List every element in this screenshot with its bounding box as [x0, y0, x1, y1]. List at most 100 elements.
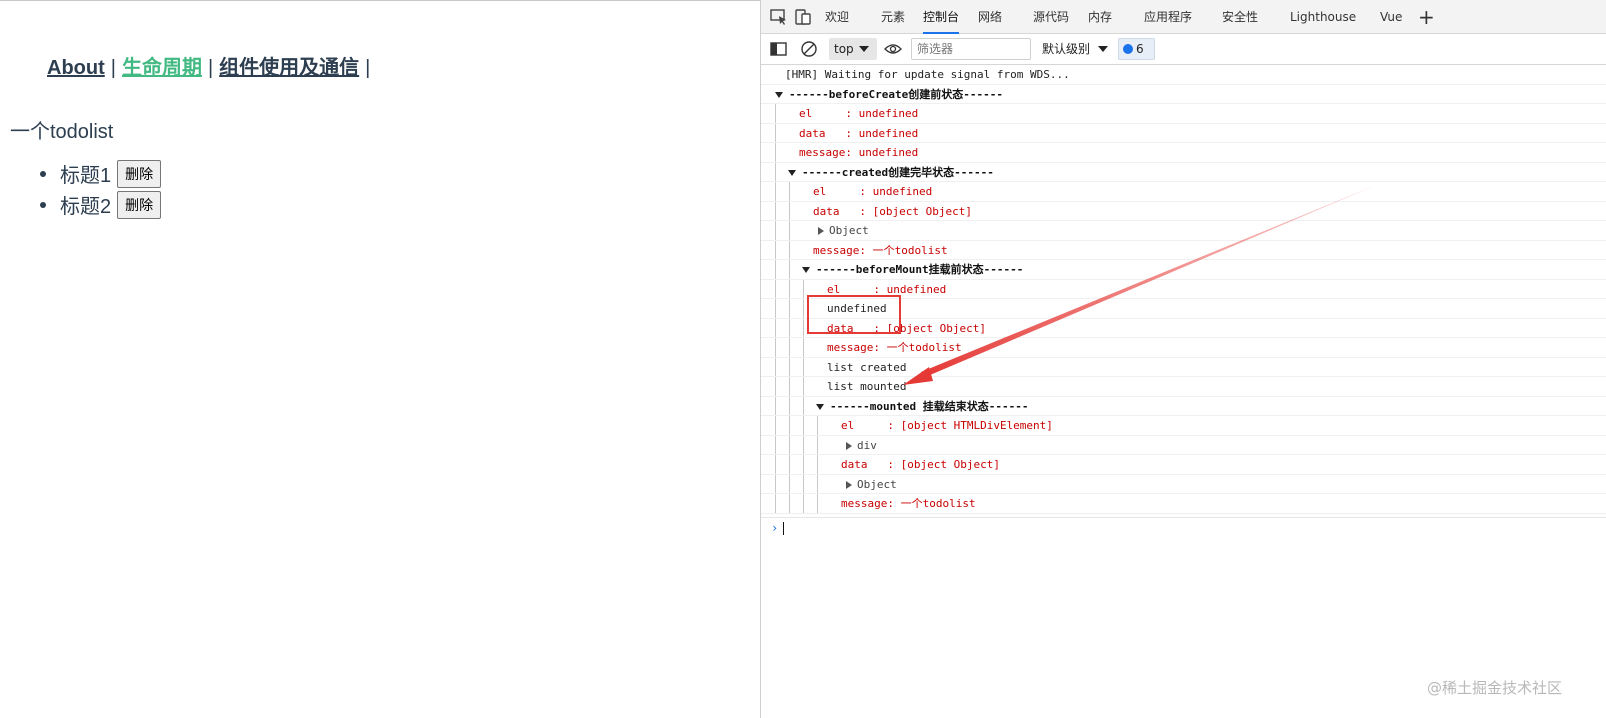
group-guide [775, 201, 776, 220]
group-guide [817, 435, 818, 454]
group-guide [775, 474, 776, 493]
group-guide [803, 416, 804, 435]
console-message-text: message: undefined [799, 146, 919, 159]
tab-network[interactable]: 网络 [978, 0, 1002, 34]
element-preview-label: div [857, 438, 877, 452]
nav-link-components[interactable]: 组件使用及通信 [219, 57, 359, 79]
add-tab-icon[interactable]: + [1418, 0, 1435, 34]
console-group-label: ------created创建完毕状态------ [802, 165, 994, 179]
tab-welcome[interactable]: 欢迎 [825, 0, 849, 34]
group-guide [775, 143, 776, 162]
expand-arrow-icon[interactable] [802, 267, 810, 273]
console-prompt[interactable]: › [761, 517, 1606, 537]
nav-link-lifecycle[interactable]: 生命周期 [122, 57, 202, 79]
inspect-element-icon[interactable] [769, 8, 789, 26]
group-guide [789, 260, 790, 279]
group-guide [775, 221, 776, 240]
expand-arrow-icon[interactable] [816, 403, 824, 410]
element-preview[interactable]: div [761, 435, 1606, 455]
group-guide [775, 123, 776, 142]
expand-arrow-icon[interactable] [775, 91, 783, 98]
tab-lighthouse[interactable]: Lighthouse [1290, 0, 1356, 34]
console-toolbar: top 默认级别 6 [761, 34, 1606, 65]
group-guide [775, 279, 776, 298]
console-message-text: list mounted [827, 380, 907, 393]
console-output: [HMR] Waiting for update signal from WDS… [761, 65, 1606, 514]
group-guide [817, 494, 818, 513]
group-guide [775, 494, 776, 513]
eye-icon[interactable] [883, 38, 903, 60]
tab-console[interactable]: 控制台 [923, 0, 960, 34]
console-message-text: el : undefined [813, 185, 933, 198]
console-message: message: 一个todolist [761, 494, 1606, 514]
group-guide [803, 299, 804, 318]
group-guide [789, 435, 790, 454]
filter-input[interactable] [911, 38, 1031, 60]
tab-application[interactable]: 应用程序 [1144, 0, 1192, 34]
console-group-header[interactable]: ------created创建完毕状态------ [761, 162, 1606, 182]
console-message: message: 一个todolist [761, 240, 1606, 260]
expand-arrow-icon[interactable] [788, 169, 796, 176]
devtools-panel: 欢迎 元素 控制台 网络 源代码 内存 应用程序 安全性 Lighthouse … [760, 0, 1606, 718]
console-message: data : [object Object] [761, 455, 1606, 475]
context-select[interactable]: top [829, 38, 877, 60]
group-guide [789, 279, 790, 298]
expand-arrow-icon[interactable] [818, 227, 824, 235]
console-message: list mounted [761, 377, 1606, 397]
tab-elements[interactable]: 元素 [881, 0, 905, 34]
tab-memory[interactable]: 内存 [1088, 0, 1112, 34]
group-guide [817, 416, 818, 435]
console-group-header[interactable]: ------beforeCreate创建前状态------ [761, 85, 1606, 104]
group-guide [789, 377, 790, 396]
tab-vue[interactable]: Vue [1380, 0, 1402, 34]
log-levels-select[interactable]: 默认级别 [1042, 38, 1110, 60]
object-preview-label: Object [857, 477, 897, 491]
group-guide [803, 396, 804, 415]
console-message-text: data : undefined [799, 126, 919, 140]
console-group-header[interactable]: ------mounted 挂载结束状态------ [761, 396, 1606, 416]
group-guide [775, 377, 776, 396]
object-preview[interactable]: Object [761, 474, 1606, 494]
group-guide [789, 338, 790, 357]
nav-separator: | [207, 57, 214, 79]
group-guide [775, 104, 776, 123]
group-guide [803, 474, 804, 493]
console-message: el : undefined [761, 182, 1606, 202]
console-message: el : [object HTMLDivElement] [761, 416, 1606, 436]
group-guide [775, 338, 776, 357]
delete-button[interactable]: 删除 [117, 159, 162, 188]
group-guide [803, 455, 804, 474]
group-guide [789, 455, 790, 474]
console-group-header[interactable]: ------beforeMount挂载前状态------ [761, 260, 1606, 280]
tab-sources[interactable]: 源代码 [1033, 0, 1069, 34]
log-levels-label: 默认级别 [1042, 42, 1091, 56]
group-guide [775, 260, 776, 279]
console-message-text: data : [object Object] [813, 204, 972, 218]
delete-button[interactable]: 删除 [117, 190, 162, 219]
console-group-label: ------mounted 挂载结束状态------ [830, 399, 1029, 413]
expand-arrow-icon[interactable] [846, 441, 852, 450]
console-message: data : undefined [761, 123, 1606, 143]
clear-console-icon[interactable] [799, 38, 819, 60]
annotation-highlight-box [807, 295, 901, 334]
issues-count: 6 [1136, 42, 1144, 56]
router-nav: About | 生命周期 | 组件使用及通信 | [47, 51, 376, 80]
todo-item-label: 标题2 [60, 196, 112, 218]
prompt-chevron-icon: › [771, 521, 779, 535]
nav-link-about[interactable]: About [47, 57, 105, 79]
console-message: list created [761, 357, 1606, 377]
group-guide [789, 357, 790, 376]
tab-security[interactable]: 安全性 [1222, 0, 1258, 34]
sidebar-toggle-icon[interactable] [769, 38, 789, 60]
device-toolbar-icon[interactable] [793, 8, 813, 26]
group-guide [775, 435, 776, 454]
text-cursor [783, 522, 785, 535]
todo-list: 标题1 删除 标题2 删除 [40, 158, 162, 220]
group-guide [775, 396, 776, 415]
object-preview-label: Object [829, 224, 869, 237]
issues-badge[interactable]: 6 [1118, 38, 1155, 60]
todo-title: 一个todolist [10, 121, 114, 143]
group-guide [803, 494, 804, 513]
expand-arrow-icon[interactable] [846, 480, 852, 489]
object-preview[interactable]: Object [761, 221, 1606, 241]
